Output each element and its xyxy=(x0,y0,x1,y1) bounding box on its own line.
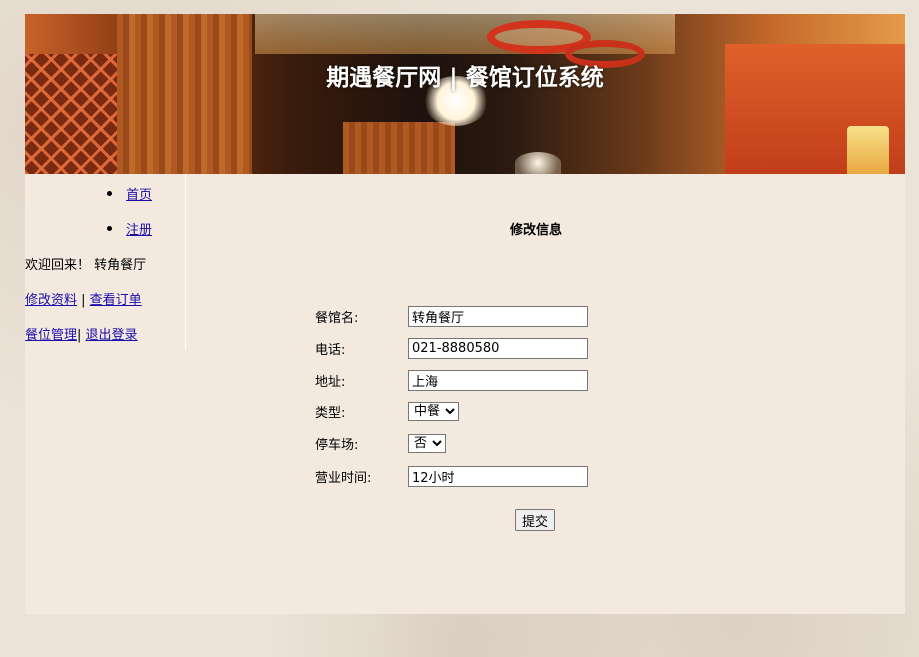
header-banner: 期遇餐厅网 | 餐馆订位系统 xyxy=(25,14,905,174)
page-heading: 修改信息 xyxy=(509,223,562,238)
bullet-icon xyxy=(107,226,112,231)
bullet-icon xyxy=(107,191,112,196)
type-label: 类型: xyxy=(315,406,346,421)
manage-seats-link[interactable]: 餐位管理 xyxy=(25,328,77,343)
banner-pendant-lamp xyxy=(847,126,889,174)
management-links: 餐位管理| 退出登录 xyxy=(25,324,138,343)
welcome-text: 欢迎回来！ 转角餐厅 xyxy=(25,258,147,273)
banner-wood-pillar xyxy=(117,14,252,174)
banner-lamp-small xyxy=(515,152,561,174)
address-input[interactable] xyxy=(408,370,588,391)
form-row-parking: 停车场: 否 xyxy=(315,434,446,453)
account-links: 修改资料 | 查看订单 xyxy=(25,289,142,308)
link-separator: | xyxy=(77,293,90,308)
banner-wood-panel xyxy=(343,122,455,174)
form-row-name: 餐馆名: xyxy=(315,306,588,327)
nav-link-register[interactable]: 注册 xyxy=(126,219,152,238)
parking-label: 停车场: xyxy=(315,438,359,453)
parking-select[interactable]: 否 xyxy=(408,434,446,453)
address-label: 地址: xyxy=(315,375,346,390)
link-separator: | xyxy=(77,328,86,343)
nav-item-home: 首页 xyxy=(107,184,152,203)
view-orders-link[interactable]: 查看订单 xyxy=(90,293,142,308)
form-row-type: 类型: 中餐 xyxy=(315,402,459,421)
edit-profile-link[interactable]: 修改资料 xyxy=(25,293,77,308)
nav-item-register: 注册 xyxy=(107,219,152,238)
type-select[interactable]: 中餐 xyxy=(408,402,459,421)
form-row-phone: 电话: xyxy=(315,338,588,359)
page-container: 期遇餐厅网 | 餐馆订位系统 首页 注册 欢迎回来！ 转角餐厅 修改资料 | 查… xyxy=(25,14,905,614)
phone-input[interactable] xyxy=(408,338,588,359)
name-label: 餐馆名: xyxy=(315,311,359,326)
nav-link-home[interactable]: 首页 xyxy=(126,184,152,203)
submit-button[interactable]: 提交 xyxy=(515,509,556,531)
logout-link[interactable]: 退出登录 xyxy=(86,328,138,343)
main-content: 修改信息 餐馆名: 电话: 地址: 类型: 中餐 停车场: 否 营业时间: xyxy=(186,174,905,614)
hours-label: 营业时间: xyxy=(315,471,372,486)
form-row-address: 地址: xyxy=(315,370,588,391)
restaurant-name-input[interactable] xyxy=(408,306,588,327)
site-title: 期遇餐厅网 | 餐馆订位系统 xyxy=(326,65,604,91)
sidebar: 首页 注册 欢迎回来！ 转角餐厅 修改资料 | 查看订单 餐位管理| 退出登录 xyxy=(25,174,186,350)
form-row-hours: 营业时间: xyxy=(315,466,588,487)
business-hours-input[interactable] xyxy=(408,466,588,487)
phone-label: 电话: xyxy=(315,343,346,358)
